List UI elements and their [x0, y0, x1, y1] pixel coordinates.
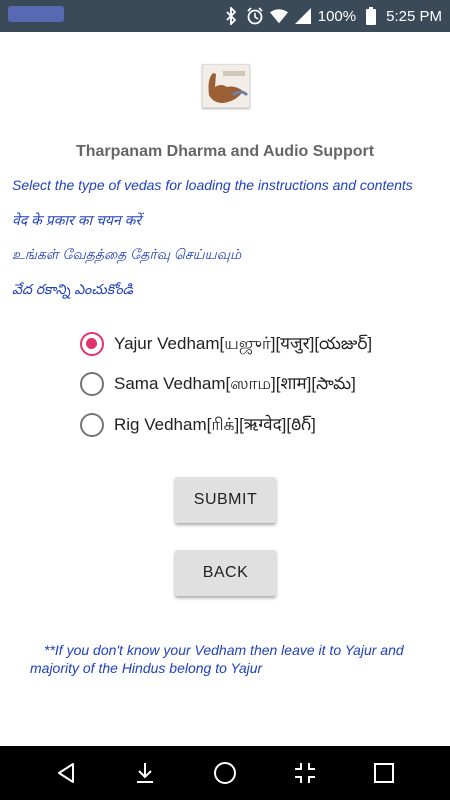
battery-percent: 100% [317, 7, 357, 25]
instruction-tamil: உங்கள் வேதத்தை தேர்வு செய்யவும் [12, 246, 242, 262]
app-logo [202, 64, 250, 108]
radio-option-yajur[interactable]: Yajur Vedham[யஜுர்][यजुर][యజుర్] [80, 330, 372, 358]
instruction-hindi: वेद के प्रकार का चयन करें [12, 212, 142, 228]
battery-icon [362, 7, 380, 25]
wifi-icon [269, 7, 288, 25]
recents-icon[interactable] [369, 758, 399, 788]
instruction-telugu: వేద రకాన్ని ఎంచుకోండి [12, 281, 134, 297]
back-icon[interactable] [51, 758, 81, 788]
navigation-bar [0, 746, 450, 800]
page-title: Tharpanam Dharma and Audio Support [75, 143, 375, 160]
alarm-icon [246, 7, 264, 25]
radio-label-rig: Rig Vedham[ரிக்][ऋग्वेद][ఠిగ్] [114, 414, 316, 434]
notification-icon [8, 6, 64, 22]
home-icon[interactable] [210, 758, 240, 788]
radio-button-sama[interactable] [80, 372, 104, 396]
radio-option-rig[interactable]: Rig Vedham[ரிக்][ऋग्वेद][ఠిగ్] [80, 411, 316, 439]
radio-option-sama[interactable]: Sama Vedham[ஸாம][शाम][సామ] [80, 370, 356, 398]
radio-button-rig[interactable] [80, 413, 104, 437]
back-button[interactable]: BACK [175, 550, 276, 596]
submit-button[interactable]: SUBMIT [175, 477, 276, 523]
status-time: 5:25 PM [386, 7, 442, 25]
radio-label-yajur: Yajur Vedham[யஜுர்][यजुर][యజుర్] [114, 333, 373, 353]
radio-button-yajur[interactable] [80, 332, 104, 356]
fullscreen-exit-icon[interactable] [290, 758, 320, 788]
instruction-english: Select the type of vedas for loading the… [12, 177, 413, 193]
footnote: **If you don't know your Vedham then lea… [30, 642, 404, 676]
download-icon[interactable] [130, 758, 160, 788]
status-bar: 100% 5:25 PM [0, 0, 450, 32]
status-icons: 100% 5:25 PM [222, 0, 442, 32]
signal-icon [294, 7, 312, 25]
radio-label-sama: Sama Vedham[ஸாம][शाम][సామ] [114, 373, 356, 393]
bluetooth-icon [222, 7, 240, 25]
